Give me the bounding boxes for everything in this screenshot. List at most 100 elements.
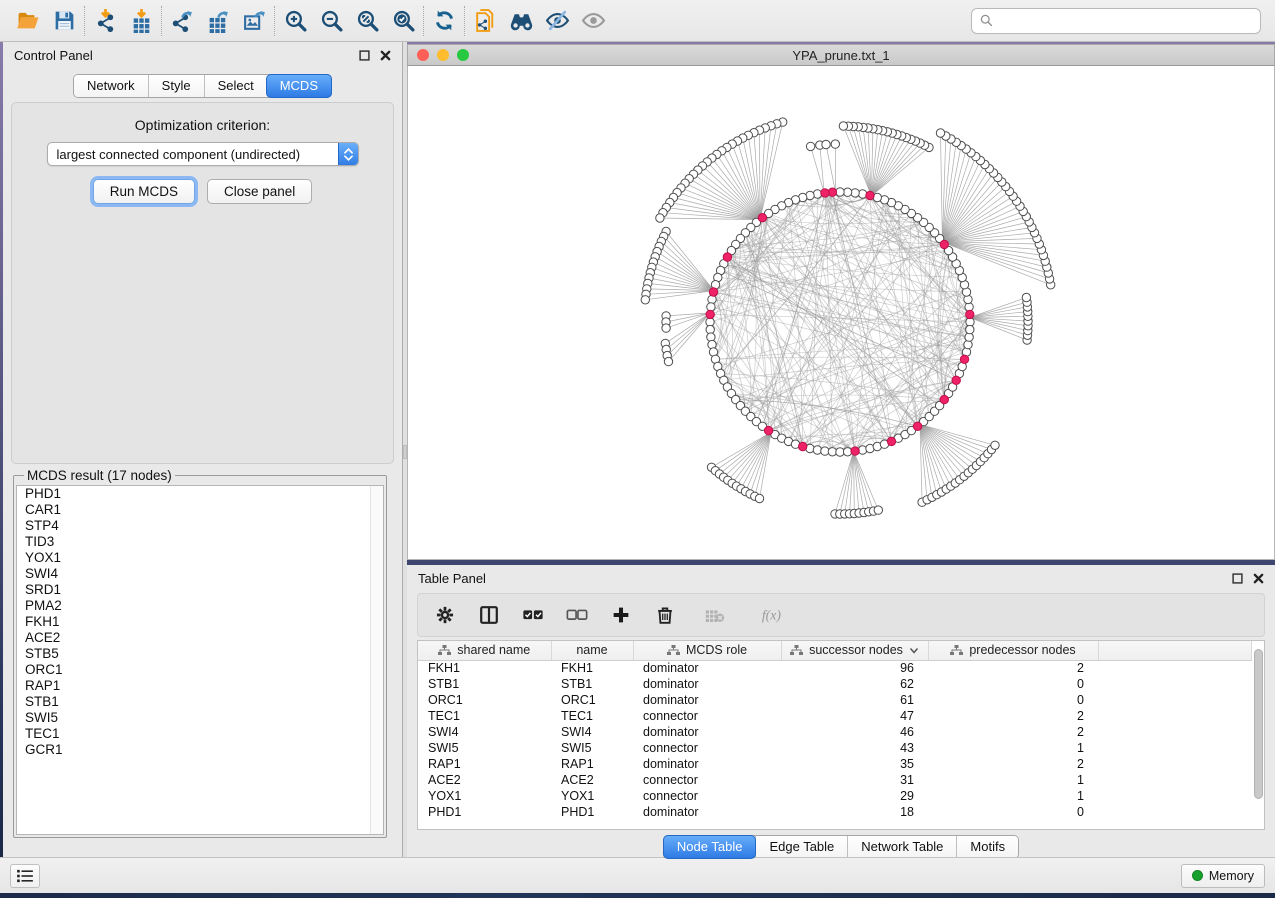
cell-predecessor-nodes[interactable]: 1 — [928, 788, 1098, 804]
split-columns-button[interactable] — [478, 604, 500, 626]
cell-name[interactable]: SWI5 — [551, 740, 633, 756]
mcds-node[interactable] — [866, 191, 874, 199]
cell-shared-name[interactable]: STB1 — [418, 676, 551, 692]
table-row[interactable]: SWI5SWI5connector431 — [418, 740, 1252, 756]
cell-mcds-role[interactable]: dominator — [633, 660, 781, 676]
network-node[interactable] — [755, 494, 763, 502]
mcds-result-item[interactable]: ACE2 — [17, 630, 383, 646]
cell-predecessor-nodes[interactable]: 0 — [928, 804, 1098, 820]
mcds-node[interactable] — [952, 376, 960, 384]
cell-successor-nodes[interactable]: 29 — [781, 788, 928, 804]
cell-predecessor-nodes[interactable]: 2 — [928, 708, 1098, 724]
cell-shared-name[interactable]: SWI4 — [418, 724, 551, 740]
mcds-result-item[interactable]: GCR1 — [17, 742, 383, 758]
mcds-result-item[interactable]: STB5 — [17, 646, 383, 662]
cell-shared-name[interactable]: PHD1 — [418, 804, 551, 820]
close-panel-button[interactable]: Close panel — [207, 179, 312, 204]
cell-successor-nodes[interactable]: 43 — [781, 740, 928, 756]
cell-mcds-role[interactable]: dominator — [633, 692, 781, 708]
close-table-panel-icon[interactable] — [1253, 573, 1264, 584]
cell-predecessor-nodes[interactable]: 2 — [928, 660, 1098, 676]
cell-name[interactable]: TEC1 — [551, 708, 633, 724]
network-node[interactable] — [822, 140, 830, 148]
tab-node-table[interactable]: Node Table — [663, 835, 757, 859]
mcds-node[interactable] — [723, 253, 731, 261]
mcds-result-item[interactable]: YOX1 — [17, 550, 383, 566]
add-column-button[interactable] — [610, 604, 632, 626]
mcds-node[interactable] — [913, 422, 921, 430]
column-header-MCDS-role[interactable]: MCDS role — [633, 641, 781, 660]
cell-successor-nodes[interactable]: 35 — [781, 756, 928, 772]
mcds-result-item[interactable]: TEC1 — [17, 726, 383, 742]
cell-shared-name[interactable]: YOX1 — [418, 788, 551, 804]
float-table-panel-icon[interactable] — [1232, 573, 1243, 584]
deselect-all-checkboxes-button[interactable] — [566, 604, 588, 626]
mcds-result-item[interactable]: ORC1 — [17, 662, 383, 678]
cell-name[interactable]: SWI4 — [551, 724, 633, 740]
cell-successor-nodes[interactable]: 96 — [781, 660, 928, 676]
mcds-result-item[interactable]: FKH1 — [17, 614, 383, 630]
table-row[interactable]: TEC1TEC1connector472 — [418, 708, 1252, 724]
cell-predecessor-nodes[interactable]: 2 — [928, 724, 1098, 740]
mcds-node[interactable] — [709, 288, 717, 296]
mcds-node[interactable] — [966, 310, 974, 318]
cell-mcds-role[interactable]: connector — [633, 708, 781, 724]
export-image-button[interactable] — [236, 5, 272, 37]
zoom-out-button[interactable] — [313, 5, 349, 37]
cell-predecessor-nodes[interactable]: 1 — [928, 740, 1098, 756]
table-row[interactable]: ORC1ORC1dominator610 — [418, 692, 1252, 708]
mcds-node[interactable] — [940, 395, 948, 403]
tab-mcds[interactable]: MCDS — [266, 74, 332, 98]
import-network-button[interactable] — [87, 5, 123, 37]
column-header-shared-name[interactable]: shared name — [418, 641, 551, 660]
zoom-selected-button[interactable] — [385, 5, 421, 37]
optimization-criterion-dropdown[interactable]: largest connected component (undirected) — [47, 142, 359, 166]
cell-shared-name[interactable]: ORC1 — [418, 692, 551, 708]
mcds-result-item[interactable]: SWI4 — [17, 566, 383, 582]
mcds-result-list[interactable]: PHD1CAR1STP4TID3YOX1SWI4SRD1PMA2FKH1ACE2… — [16, 485, 384, 835]
mcds-node[interactable] — [799, 442, 807, 450]
network-search-box[interactable] — [971, 8, 1261, 34]
tab-motifs[interactable]: Motifs — [956, 836, 1018, 858]
cell-successor-nodes[interactable]: 62 — [781, 676, 928, 692]
export-table-button[interactable] — [200, 5, 236, 37]
table-row[interactable]: STB1STB1dominator620 — [418, 676, 1252, 692]
binoculars-button[interactable] — [503, 5, 539, 37]
mcds-node[interactable] — [960, 355, 968, 363]
mcds-node[interactable] — [851, 447, 859, 455]
mcds-result-item[interactable]: STB1 — [17, 694, 383, 710]
cell-mcds-role[interactable]: dominator — [633, 724, 781, 740]
cell-name[interactable]: ACE2 — [551, 772, 633, 788]
network-graph[interactable] — [408, 66, 1274, 558]
tab-edge-table[interactable]: Edge Table — [755, 836, 847, 858]
cell-name[interactable]: PHD1 — [551, 804, 633, 820]
cell-shared-name[interactable]: TEC1 — [418, 708, 551, 724]
cell-predecessor-nodes[interactable]: 0 — [928, 692, 1098, 708]
mcds-list-scrollbar[interactable] — [370, 486, 383, 834]
network-node[interactable] — [664, 357, 672, 365]
import-table-button[interactable] — [123, 5, 159, 37]
memory-button[interactable]: Memory — [1181, 864, 1265, 888]
table-row[interactable]: FKH1FKH1dominator962 — [418, 660, 1252, 676]
select-all-checkboxes-button[interactable] — [522, 604, 544, 626]
mcds-result-item[interactable]: PMA2 — [17, 598, 383, 614]
network-node[interactable] — [656, 214, 664, 222]
refresh-button[interactable] — [426, 5, 462, 37]
hide-selected-eye-slash-button[interactable] — [539, 5, 575, 37]
cell-shared-name[interactable]: FKH1 — [418, 660, 551, 676]
mcds-result-item[interactable]: SWI5 — [17, 710, 383, 726]
table-row[interactable]: SWI4SWI4dominator462 — [418, 724, 1252, 740]
mcds-node[interactable] — [821, 189, 829, 197]
table-row[interactable]: YOX1YOX1connector291 — [418, 788, 1252, 804]
run-mcds-button[interactable]: Run MCDS — [93, 179, 195, 204]
cell-mcds-role[interactable]: dominator — [633, 756, 781, 772]
table-settings-gear-button[interactable] — [434, 604, 456, 626]
cell-successor-nodes[interactable]: 18 — [781, 804, 928, 820]
task-history-button[interactable] — [10, 864, 40, 888]
cell-name[interactable]: STB1 — [551, 676, 633, 692]
table-row[interactable]: PHD1PHD1dominator180 — [418, 804, 1252, 820]
column-header-name[interactable]: name — [551, 641, 633, 660]
zoom-in-button[interactable] — [277, 5, 313, 37]
cell-mcds-role[interactable]: dominator — [633, 676, 781, 692]
column-header-successor-nodes[interactable]: successor nodes — [781, 641, 928, 660]
